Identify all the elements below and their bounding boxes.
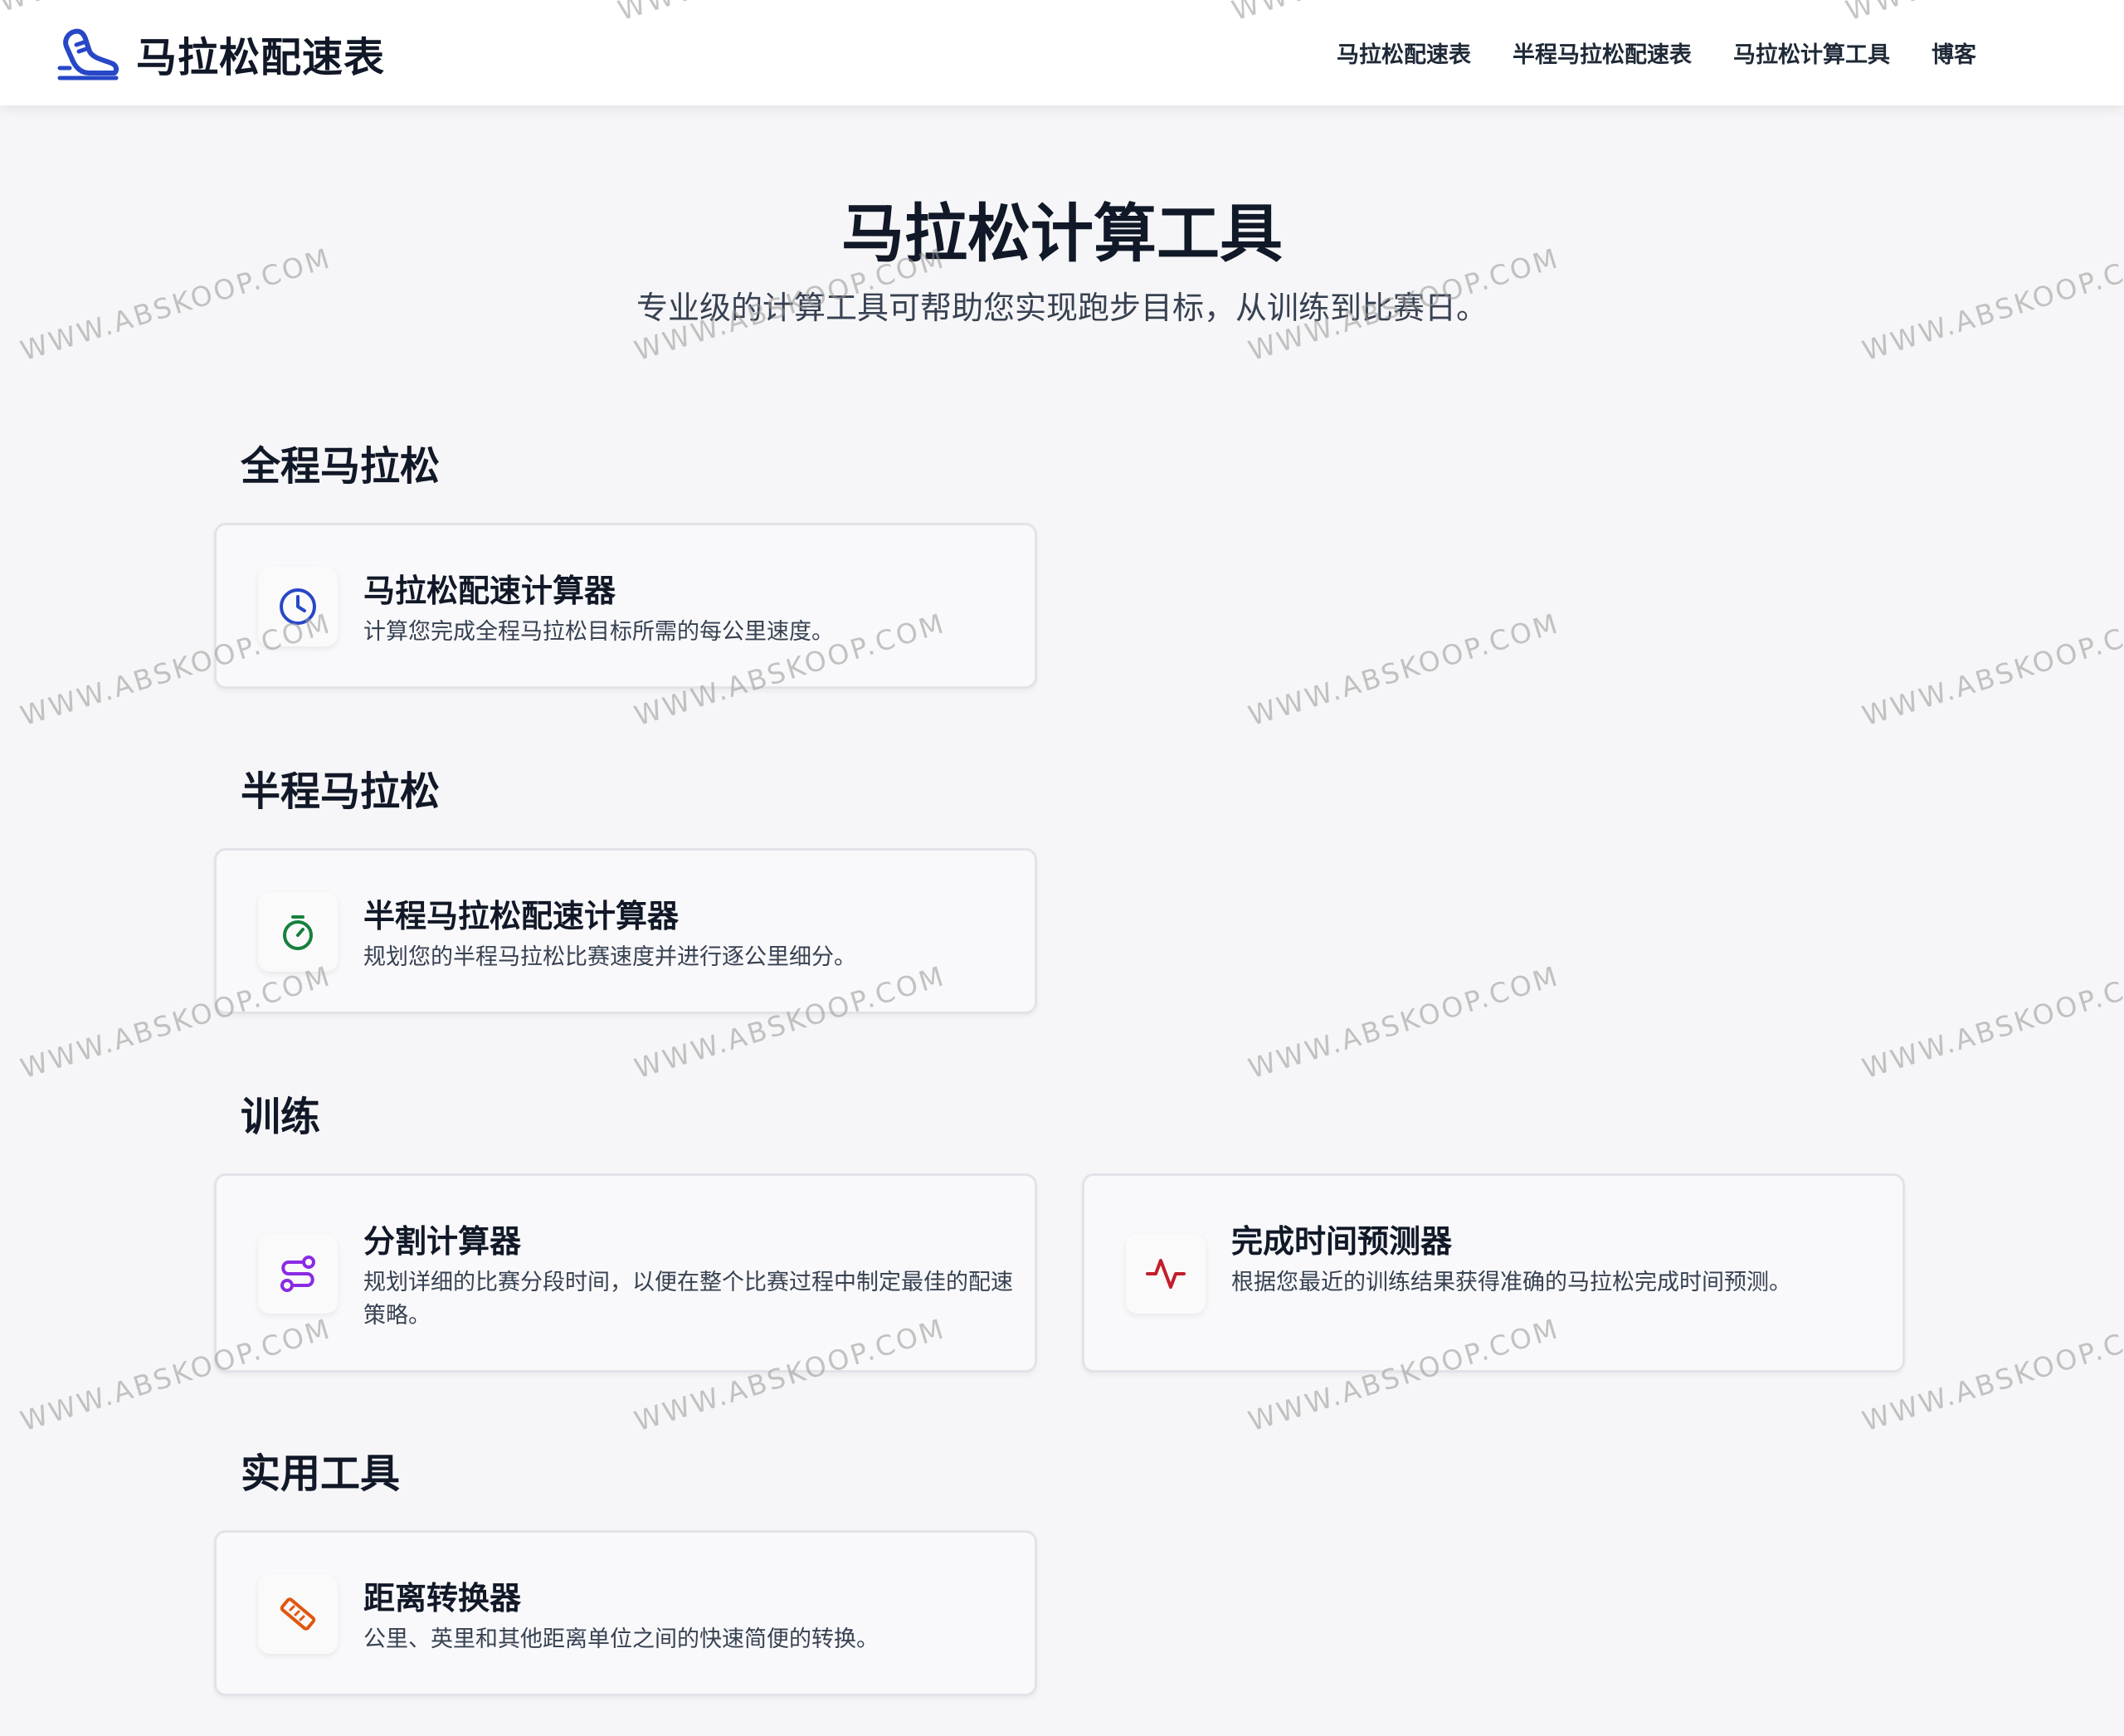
card-description: 规划详细的比赛分段时间，以便在整个比赛过程中制定最佳的配速策略。 [363, 1270, 1013, 1329]
tool-card-half-marathon-pace[interactable]: 半程马拉松配速计算器 规划您的半程马拉松比赛速度并进行逐公里细分。 [214, 848, 1037, 1014]
tool-card-marathon-pace[interactable]: 马拉松配速计算器 计算您完成全程马拉松目标所需的每公里速度。 [214, 523, 1037, 689]
page-title: 马拉松计算工具 [841, 197, 1283, 271]
card-description: 规划您的半程马拉松比赛速度并进行逐公里细分。 [363, 944, 856, 970]
section-title-half-marathon: 半程马拉松 [241, 768, 441, 815]
card-title: 距离转换器 [363, 1580, 522, 1617]
stopwatch-icon [258, 892, 338, 972]
card-title: 完成时间预测器 [1231, 1223, 1453, 1260]
nav-marathon-calculators[interactable]: 马拉松计算工具 [1733, 37, 1890, 69]
card-title: 半程马拉松配速计算器 [363, 898, 680, 934]
nav-blog[interactable]: 博客 [1932, 37, 1976, 69]
card-title: 分割计算器 [363, 1223, 522, 1260]
card-title: 马拉松配速计算器 [363, 573, 616, 609]
route-icon [258, 1234, 338, 1314]
watermark: WWW.ABSKOOP.COM [1245, 607, 1564, 733]
nav-marathon-pace-chart[interactable]: 马拉松配速表 [1337, 37, 1471, 69]
section-title-utilities: 实用工具 [241, 1451, 401, 1497]
running-shoe-icon [56, 27, 119, 83]
top-header: 马拉松配速表 马拉松配速表 半程马拉松配速表 马拉松计算工具 博客 [0, 0, 2124, 105]
tool-card-split-calculator[interactable]: 分割计算器 规划详细的比赛分段时间，以便在整个比赛过程中制定最佳的配速策略。 [214, 1173, 1037, 1373]
section-title-training: 训练 [241, 1094, 321, 1140]
section-title-full-marathon: 全程马拉松 [241, 443, 441, 490]
ruler-icon [258, 1574, 338, 1654]
watermark: WWW.ABSKOOP.COM [1858, 607, 2124, 733]
tool-card-distance-converter[interactable]: 距离转换器 公里、英里和其他距离单位之间的快速简便的转换。 [214, 1530, 1037, 1696]
card-description: 根据您最近的训练结果获得准确的马拉松完成时间预测。 [1231, 1270, 1791, 1295]
tool-card-finish-time-predictor[interactable]: 完成时间预测器 根据您最近的训练结果获得准确的马拉松完成时间预测。 [1082, 1173, 1905, 1373]
brand-link[interactable]: 马拉松配速表 [56, 25, 385, 84]
brand-name: 马拉松配速表 [136, 34, 386, 81]
nav-half-marathon-pace-chart[interactable]: 半程马拉松配速表 [1513, 37, 1692, 69]
clock-icon [258, 567, 338, 646]
page-subtitle: 专业级的计算工具可帮助您实现跑步目标，从训练到比赛日。 [636, 290, 1488, 326]
watermark: WWW.ABSKOOP.COM [1245, 959, 1564, 1085]
watermark: WWW.ABSKOOP.COM [1858, 959, 2124, 1085]
card-description: 公里、英里和其他距离单位之间的快速简便的转换。 [363, 1626, 879, 1652]
main-nav: 马拉松配速表 半程马拉松配速表 马拉松计算工具 博客 [1337, 37, 1976, 69]
card-description: 计算您完成全程马拉松目标所需的每公里速度。 [363, 619, 834, 645]
activity-icon [1126, 1234, 1206, 1314]
